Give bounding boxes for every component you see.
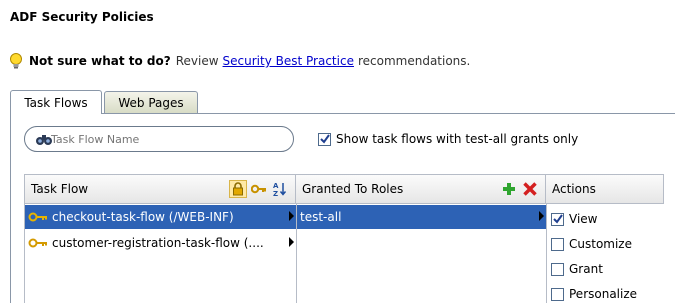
actions-column-label: Actions — [552, 182, 596, 196]
task-flow-search[interactable] — [24, 126, 294, 152]
task-flow-row-customer-registration[interactable]: customer-registration-task-flow (.... — [25, 231, 296, 255]
task-flow-row-checkout[interactable]: checkout-task-flow (/WEB-INF) — [25, 205, 296, 229]
role-row-test-all[interactable]: test-all — [297, 205, 546, 229]
svg-text:A: A — [273, 182, 279, 190]
hint-suffix-text: recommendations. — [357, 54, 471, 68]
task-flow-header-tools: AZ — [229, 180, 289, 198]
search-input[interactable] — [51, 132, 251, 146]
key-icon — [28, 212, 47, 222]
expand-arrow-icon[interactable] — [289, 211, 294, 221]
grant-checkbox[interactable] — [551, 262, 564, 276]
personalize-checkbox[interactable] — [551, 287, 564, 301]
test-all-checkbox-label: Show task flows with test-all grants onl… — [336, 132, 579, 146]
column-divider — [546, 204, 547, 303]
roles-header-tools — [500, 180, 539, 198]
security-best-practice-link[interactable]: Security Best Practice — [223, 54, 354, 68]
hint-heading: Not sure what to do? — [29, 54, 171, 68]
action-view[interactable]: View — [551, 207, 597, 231]
binoculars-icon — [36, 135, 52, 145]
tab-web-pages[interactable]: Web Pages — [104, 91, 198, 113]
action-label: Personalize — [569, 287, 638, 301]
roles-column-header: Granted To Roles — [296, 174, 546, 204]
key-icon[interactable] — [250, 180, 268, 198]
action-personalize[interactable]: Personalize — [551, 282, 637, 303]
remove-role-icon[interactable] — [521, 180, 539, 198]
actions-column-header: Actions — [546, 174, 664, 204]
policy-grid: Task Flow AZ Granted To Roles Actions ch… — [24, 174, 675, 303]
task-flow-row-label: checkout-task-flow (/WEB-INF) — [52, 210, 234, 224]
task-flow-column-header: Task Flow AZ — [25, 174, 296, 204]
hint-review-text: Review — [175, 54, 219, 68]
svg-text:Z: Z — [273, 190, 278, 197]
action-label: Customize — [569, 237, 632, 251]
lightbulb-icon — [10, 53, 22, 69]
page-title: ADF Security Policies — [10, 10, 154, 24]
tab-task-flows[interactable]: Task Flows — [10, 90, 102, 114]
test-all-checkbox[interactable] — [318, 132, 331, 146]
key-icon — [28, 238, 47, 248]
add-role-icon[interactable] — [500, 180, 518, 198]
roles-column-label: Granted To Roles — [302, 182, 404, 196]
action-label: View — [569, 212, 598, 226]
role-row-label: test-all — [300, 210, 342, 224]
customize-checkbox[interactable] — [551, 237, 564, 251]
sort-az-icon[interactable]: AZ — [271, 180, 289, 198]
expand-arrow-icon[interactable] — [539, 211, 544, 221]
action-label: Grant — [569, 262, 603, 276]
view-checkbox[interactable] — [551, 212, 564, 226]
hint-bar: Not sure what to do? Review Security Bes… — [9, 53, 474, 69]
test-all-filter[interactable]: Show task flows with test-all grants onl… — [318, 132, 578, 146]
task-flow-row-label: customer-registration-task-flow (.... — [52, 236, 264, 250]
task-flow-column-label: Task Flow — [31, 182, 89, 196]
action-customize[interactable]: Customize — [551, 232, 632, 256]
action-grant[interactable]: Grant — [551, 257, 603, 281]
lock-icon[interactable] — [229, 180, 247, 198]
expand-arrow-icon[interactable] — [289, 237, 294, 247]
